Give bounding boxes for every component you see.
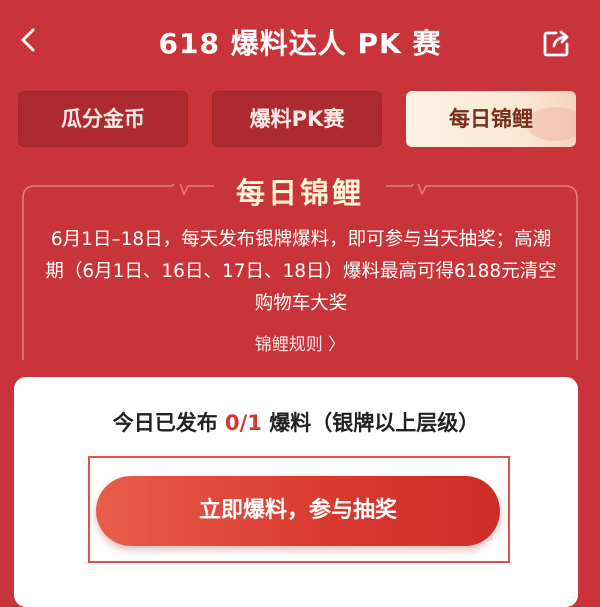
tab-label: 每日锦鲤 <box>449 107 533 131</box>
post-and-join-lottery-button[interactable]: 立即爆料，参与抽奖 <box>96 476 500 546</box>
page-title: 618 爆料达人 PK 赛 <box>158 27 442 60</box>
tab-pk-contest[interactable]: 爆料PK赛 <box>212 91 382 147</box>
share-icon[interactable] <box>542 28 572 58</box>
tab-bar: 瓜分金币 爆料PK赛 每日锦鲤 <box>0 91 600 149</box>
section-description: 6月1日–18日，每天发布银牌爆料，即可参与当天抽奖；高潮期（6月1日、16日、… <box>45 229 557 314</box>
entry-card: 今日已发布 0/1 爆料（银牌以上层级） 立即爆料，参与抽奖 <box>14 377 578 607</box>
section-title: 每日锦鲤 <box>235 176 364 210</box>
publish-status: 今日已发布 0/1 爆料（银牌以上层级） <box>14 407 578 437</box>
header: 618 爆料达人 PK 赛 <box>0 0 600 80</box>
tab-coin-share[interactable]: 瓜分金币 <box>18 91 188 147</box>
tab-decoration <box>526 107 576 141</box>
tab-label: 瓜分金币 <box>61 107 145 131</box>
status-prefix: 今日已发布 <box>112 411 226 435</box>
tab-daily-koi[interactable]: 每日锦鲤 <box>406 91 576 147</box>
status-suffix: 爆料（银牌以上层级） <box>261 411 480 435</box>
status-count: 0/1 <box>225 411 262 435</box>
rules-link[interactable]: 锦鲤规则 〉 <box>0 330 600 355</box>
tab-label: 爆料PK赛 <box>249 107 345 131</box>
